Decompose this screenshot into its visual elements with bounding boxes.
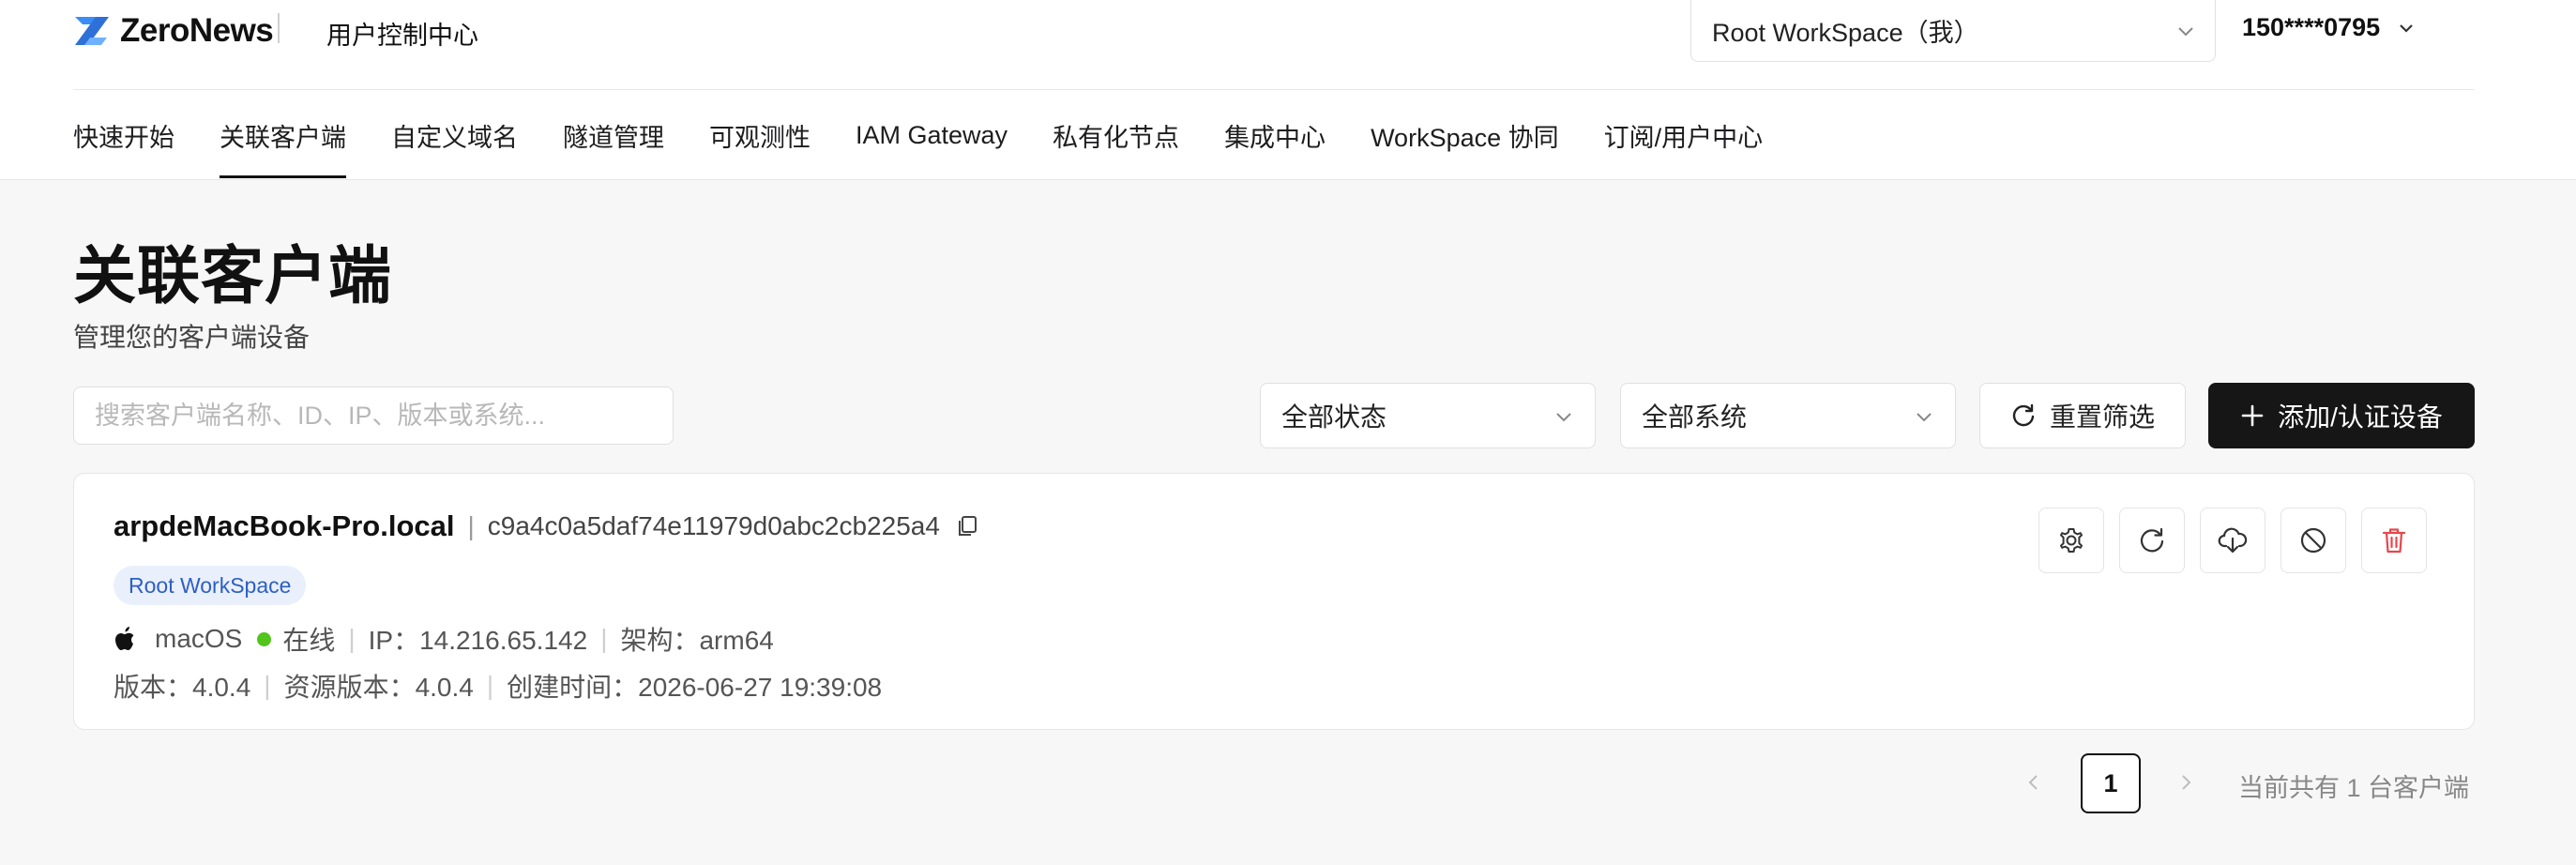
user-menu[interactable]: 150****0795 [2242, 13, 2416, 42]
nav-item-iam-gateway[interactable]: IAM Gateway [856, 90, 1008, 180]
page-subtitle: 管理您的客户端设备 [73, 323, 311, 352]
device-id: c9a4c0a5daf74e11979d0abc2cb225a4 [487, 511, 940, 540]
restart-button[interactable] [2119, 508, 2185, 573]
workspace-select[interactable]: Root WorkSpace（我） [1690, 0, 2216, 62]
console-title: 用户控制中心 [326, 22, 478, 50]
chevron-down-icon [2178, 27, 2193, 37]
prev-page-icon[interactable] [2024, 771, 2043, 794]
logo[interactable]: ZeroNews [73, 11, 274, 51]
disable-icon [2300, 527, 2326, 554]
system-filter-value: 全部系统 [1642, 402, 1748, 432]
device-os: macOS [155, 624, 243, 653]
device-meta-row: macOS 在线 | IP：14.216.65.142 | 架构：arm64 [114, 620, 774, 658]
header: ZeroNews 用户控制中心 Root WorkSpace（我） 150***… [0, 0, 2576, 180]
device-version: 版本：4.0.4 [114, 673, 251, 702]
nav-item-quick-start[interactable]: 快速开始 [73, 90, 174, 180]
add-device-label: 添加/认证设备 [2278, 402, 2443, 432]
main-nav: 快速开始 关联客户端 自定义域名 隧道管理 可观测性 IAM Gateway 私… [73, 90, 1808, 180]
zeronews-logo-icon [75, 17, 109, 45]
nav-item-clients[interactable]: 关联客户端 [220, 90, 346, 180]
device-status: 在线 [282, 626, 336, 655]
apple-icon [115, 627, 134, 650]
status-filter-select[interactable]: 全部状态 [1260, 383, 1596, 448]
separator: | [348, 624, 356, 653]
device-ip: IP：14.216.65.142 [368, 626, 588, 655]
system-filter-select[interactable]: 全部系统 [1620, 383, 1956, 448]
next-page-icon[interactable] [2176, 771, 2195, 794]
nav-item-subscription[interactable]: 订阅/用户中心 [1604, 90, 1764, 180]
device-version-row: 版本：4.0.4 | 资源版本：4.0.4 | 创建时间：2026-06-27 … [114, 667, 882, 705]
chevron-down-icon [1917, 413, 1932, 422]
workspace-select-value: Root WorkSpace（我） [1712, 19, 1979, 47]
device-created-time: 创建时间：2026-06-27 19:39:08 [507, 673, 883, 702]
device-arch: 架构：arm64 [620, 626, 774, 655]
reset-filters-label: 重置筛选 [2049, 402, 2155, 432]
nav-item-tunnels[interactable]: 隧道管理 [563, 90, 664, 180]
online-status-dot [257, 631, 272, 646]
download-icon [2218, 527, 2248, 554]
copy-icon[interactable] [957, 515, 977, 538]
delete-button[interactable] [2361, 508, 2427, 573]
gear-icon [2060, 528, 2083, 553]
pagination-total: 当前共有 1 台客户端 [2238, 774, 2470, 802]
separator: | [600, 624, 608, 653]
separator: | [264, 671, 271, 700]
nav-item-custom-domain[interactable]: 自定义域名 [391, 90, 518, 180]
settings-button[interactable] [2038, 508, 2104, 573]
page-title: 关联客户端 [73, 241, 392, 311]
device-card: arpdeMacBook-Pro.local | c9a4c0a5daf74e1… [73, 473, 2475, 730]
device-header-row: arpdeMacBook-Pro.local | c9a4c0a5daf74e1… [114, 509, 977, 543]
download-button[interactable] [2200, 508, 2265, 573]
nav-item-workspace-collab[interactable]: WorkSpace 协同 [1371, 90, 1559, 180]
add-device-button[interactable]: 添加/认证设备 [2208, 383, 2475, 448]
chevron-down-icon [1556, 413, 1571, 422]
refresh-icon [2140, 527, 2164, 553]
nav-item-observability[interactable]: 可观测性 [709, 90, 811, 180]
reset-filters-button[interactable]: 重置筛选 [1979, 383, 2186, 448]
device-name: arpdeMacBook-Pro.local [114, 509, 455, 542]
disable-button[interactable] [2281, 508, 2346, 573]
device-resource-version: 资源版本：4.0.4 [283, 673, 474, 702]
chevron-down-icon [2400, 23, 2413, 33]
topbar: ZeroNews 用户控制中心 Root WorkSpace（我） 150***… [0, 0, 2576, 90]
search-input[interactable] [73, 387, 674, 445]
workspace-tag: Root WorkSpace [114, 566, 307, 605]
separator: | [467, 511, 475, 540]
nav-item-private-nodes[interactable]: 私有化节点 [1053, 90, 1179, 180]
nav-item-integrations[interactable]: 集成中心 [1224, 90, 1326, 180]
reset-icon [2012, 403, 2035, 427]
page-number-current[interactable]: 1 [2081, 753, 2141, 813]
trash-icon [2382, 528, 2406, 554]
separator: | [486, 671, 494, 700]
status-filter-value: 全部状态 [1281, 402, 1387, 432]
plus-icon [2241, 404, 2264, 427]
logo-divider [278, 13, 280, 43]
user-phone: 150****0795 [2242, 13, 2381, 41]
brand-name: ZeroNews [120, 12, 274, 49]
